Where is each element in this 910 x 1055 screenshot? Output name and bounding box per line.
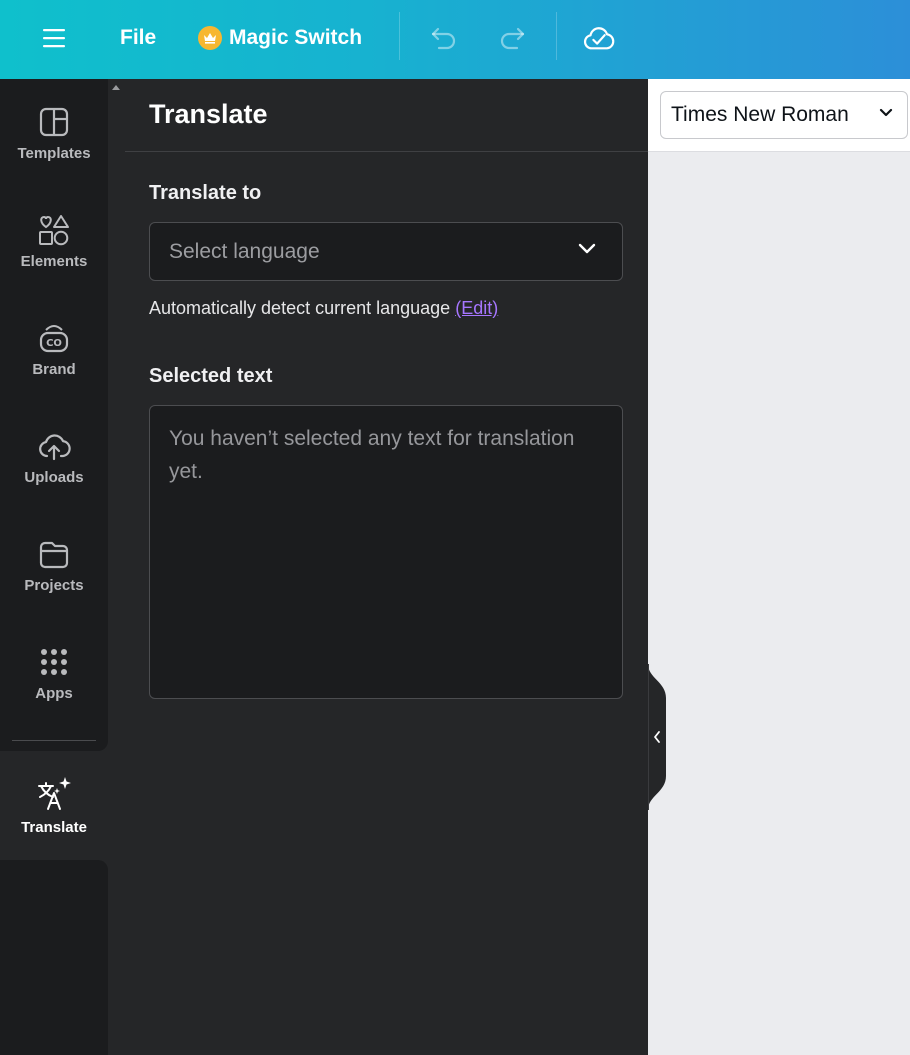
font-family-value: Times New Roman [671, 103, 849, 126]
selected-text-label: Selected text [149, 365, 273, 387]
sidebar-item-label: Translate [21, 819, 87, 836]
sidebar-rail-bottom [0, 860, 108, 1055]
auto-detect-text: Automatically detect current language (E… [149, 298, 498, 319]
sidebar-rail: Templates Elements CO Brand Uploads Proj… [0, 79, 108, 751]
sidebar-item-templates[interactable]: Templates [0, 105, 108, 185]
brand-icon: CO [37, 321, 71, 355]
sidebar-item-label: Elements [20, 253, 88, 270]
hamburger-menu-icon [43, 29, 65, 48]
sidebar-item-label: Templates [17, 145, 91, 162]
undo-button[interactable] [427, 22, 459, 54]
projects-icon [37, 537, 71, 571]
sidebar-item-translate[interactable]: Translate [0, 751, 108, 860]
sidebar-item-uploads[interactable]: Uploads [0, 429, 108, 509]
chevron-down-icon [879, 108, 893, 117]
edit-detect-language-link[interactable]: (Edit) [455, 298, 498, 318]
font-family-select[interactable]: Times New Roman [660, 91, 908, 139]
cloud-check-icon [583, 27, 615, 50]
toolbar-divider [556, 12, 557, 60]
translate-panel: Translate Translate to Select language A… [108, 79, 648, 1055]
sidebar-item-apps[interactable]: Apps [0, 645, 108, 725]
redo-icon [500, 27, 525, 50]
panel-title: Translate [149, 99, 268, 129]
auto-detect-label: Automatically detect current language [149, 298, 451, 318]
collapse-panel-handle[interactable] [648, 664, 668, 810]
redo-button[interactable] [497, 22, 529, 54]
translate-icon [36, 775, 72, 811]
translate-to-label: Translate to [149, 182, 262, 204]
sidebar-item-brand[interactable]: CO Brand [0, 321, 108, 401]
uploads-icon [37, 429, 71, 463]
svg-text:CO: CO [46, 338, 62, 349]
canvas-area: Times New Roman [648, 79, 910, 1055]
selected-text-placeholder: You haven’t selected any text for transl… [169, 427, 575, 483]
chevron-down-icon [578, 243, 596, 254]
top-bar: File Magic Switch [0, 0, 910, 79]
sidebar-item-projects[interactable]: Projects [0, 537, 108, 617]
sidebar-item-label: Brand [32, 361, 76, 378]
save-status-button[interactable] [583, 22, 615, 54]
elements-icon [37, 213, 71, 247]
sidebar-item-label: Uploads [24, 469, 84, 486]
selected-text-box: You haven’t selected any text for transl… [149, 405, 623, 699]
undo-icon [431, 27, 456, 50]
scroll-up-arrow[interactable] [112, 85, 120, 90]
language-select-placeholder: Select language [169, 239, 320, 263]
apps-grid-icon [37, 645, 71, 679]
sidebar-item-label: Apps [35, 685, 73, 702]
language-select[interactable]: Select language [149, 222, 623, 281]
magic-switch-label: Magic Switch [229, 26, 363, 49]
canvas-toolbar: Times New Roman [648, 79, 910, 152]
toolbar-divider [399, 12, 400, 60]
file-menu-button[interactable]: File [120, 22, 156, 54]
sidebar-divider [12, 740, 96, 741]
menu-button[interactable] [38, 22, 70, 54]
crown-icon [198, 26, 222, 50]
templates-icon [37, 105, 71, 139]
sidebar-item-elements[interactable]: Elements [0, 213, 108, 293]
magic-switch-button[interactable]: Magic Switch [198, 22, 362, 54]
panel-divider [125, 151, 648, 152]
sidebar-item-label: Projects [24, 577, 84, 594]
